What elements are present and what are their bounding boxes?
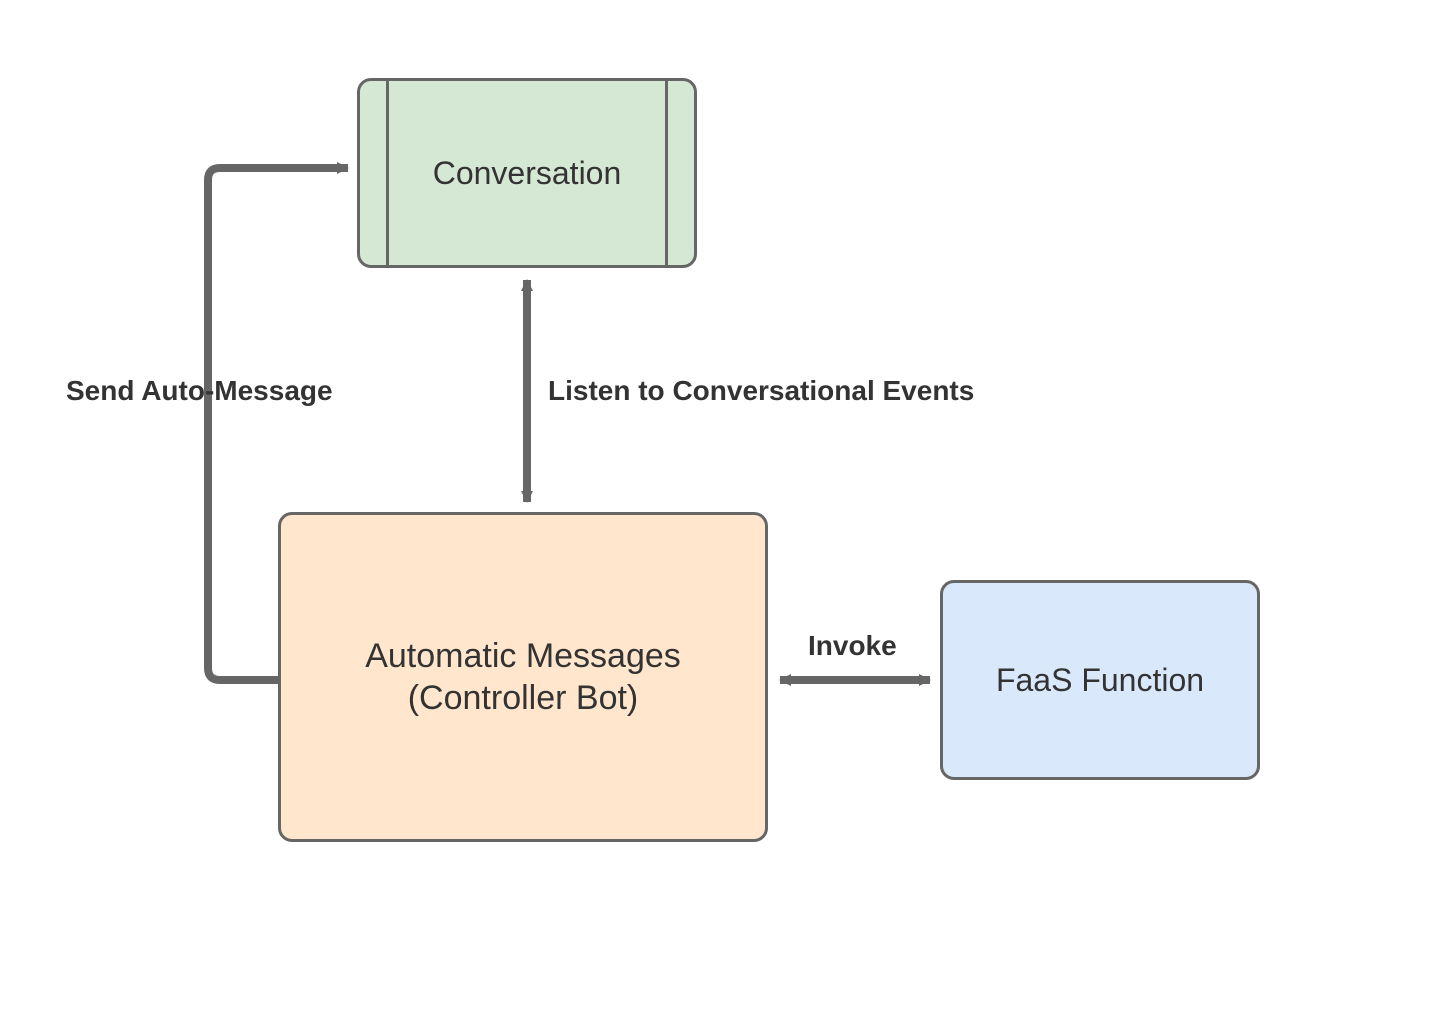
- node-faas-function: FaaS Function: [940, 580, 1260, 780]
- node-automatic-messages-label: Automatic Messages (Controller Bot): [355, 635, 691, 720]
- node-conversation-label: Conversation: [423, 153, 632, 193]
- node-faas-function-label: FaaS Function: [986, 660, 1214, 700]
- node-automatic-messages-label-line1: Automatic Messages: [365, 637, 681, 675]
- node-conversation-stripe-left: [386, 81, 389, 265]
- edge-label-send-auto-message: Send Auto-Message: [66, 375, 333, 407]
- node-conversation: Conversation: [357, 78, 697, 268]
- arrows-layer: [0, 0, 1436, 1013]
- edge-label-listen-events: Listen to Conversational Events: [548, 375, 974, 407]
- edge-label-invoke: Invoke: [808, 630, 897, 662]
- diagram-canvas: Conversation Automatic Messages (Control…: [0, 0, 1436, 1013]
- node-automatic-messages: Automatic Messages (Controller Bot): [278, 512, 768, 842]
- node-conversation-stripe-right: [665, 81, 668, 265]
- node-automatic-messages-label-line2: (Controller Bot): [408, 679, 639, 717]
